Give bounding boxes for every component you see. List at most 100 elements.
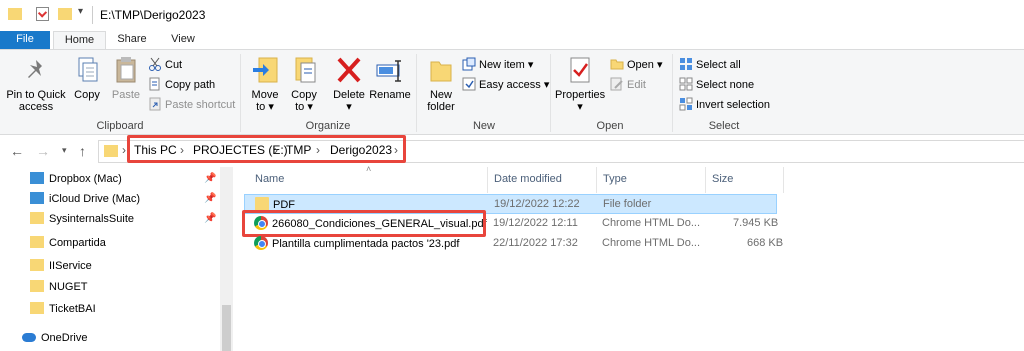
select-none-label: Select none (696, 79, 755, 91)
chevron-down-icon: ▾ (307, 101, 313, 113)
properties-icon (564, 54, 596, 86)
properties-button[interactable]: Properties ▾ (555, 54, 605, 113)
breadcrumb-highlight-box (127, 135, 406, 163)
pin-icon[interactable]: 📌 (204, 173, 216, 184)
new-folder-icon (425, 54, 457, 86)
paste-shortcut-button[interactable]: Paste shortcut (148, 96, 235, 114)
copy-path-button[interactable]: Copy path (148, 76, 215, 94)
organize-group-label: Organize (305, 120, 351, 132)
column-header-date[interactable]: Date modified (494, 173, 562, 185)
invert-selection-label: Invert selection (696, 99, 770, 111)
column-header-name[interactable]: Name (255, 173, 284, 185)
select-all-button[interactable]: Select all (679, 56, 741, 74)
new-item-icon (462, 57, 476, 71)
pin-icon[interactable]: 📌 (204, 193, 216, 204)
crumb-separator-icon[interactable]: › (122, 143, 126, 157)
cloud-icon (22, 332, 36, 342)
tab-home[interactable]: Home (53, 31, 106, 50)
chevron-down-icon: ▾ (346, 101, 352, 113)
cut-label: Cut (165, 59, 183, 71)
address-row: ← → ▾ ↑ › This PC › PROJECTES (E:) › TMP… (0, 135, 1024, 167)
properties-label: Properties (555, 89, 606, 101)
ribbon: Pin to Quick access Copy Paste Cut Copy … (0, 49, 1024, 135)
group-separator (416, 54, 417, 132)
tab-view[interactable]: View (160, 31, 206, 49)
new-folder-label-1: New (429, 89, 452, 101)
folder-icon (30, 212, 44, 225)
tab-file[interactable]: File (0, 31, 50, 49)
column-header-type[interactable]: Type (603, 173, 627, 185)
group-separator (240, 54, 241, 132)
paste-icon (110, 54, 142, 86)
new-group-label: New (472, 120, 495, 132)
folder-icon (255, 197, 269, 211)
title-bar: ▾ E:\TMP\Derigo2023 (0, 0, 1024, 31)
sort-indicator-icon: ˄ (366, 164, 372, 174)
copy-to-button[interactable]: Copy to ▾ (287, 54, 321, 113)
new-item-button[interactable]: New item ▾ (462, 56, 533, 74)
easy-access-button[interactable]: Easy access ▾ (462, 76, 549, 94)
chevron-down-icon: ▾ (527, 59, 534, 71)
edit-button[interactable]: Edit (610, 76, 646, 94)
new-folder-button[interactable]: New folder (422, 54, 460, 113)
nav-item-iiservice[interactable]: IIService (30, 256, 92, 276)
select-all-label: Select all (696, 59, 741, 71)
new-item-label: New item (479, 59, 525, 71)
properties-quick-icon[interactable] (36, 7, 49, 21)
copy-path-icon (148, 77, 162, 91)
pin-label-2: access (18, 101, 54, 113)
column-separator[interactable] (596, 167, 597, 193)
column-separator[interactable] (705, 167, 706, 193)
nav-item-icloud[interactable]: iCloud Drive (Mac) (30, 189, 140, 209)
tab-share[interactable]: Share (110, 31, 154, 49)
nav-item-onedrive[interactable]: OneDrive (22, 328, 87, 348)
type-cell: File folder (603, 198, 652, 210)
pin-label-1: Pin to Quick (6, 89, 66, 101)
date-cell: 19/12/2022 12:11 (493, 217, 578, 229)
select-none-icon (679, 77, 693, 91)
column-header-size[interactable]: Size (712, 173, 733, 185)
cut-button[interactable]: Cut (148, 56, 182, 74)
chrome-icon (254, 236, 268, 250)
forward-arrow-icon[interactable]: → (36, 143, 50, 159)
up-arrow-icon[interactable]: ↑ (79, 143, 86, 159)
folder-icon (30, 259, 44, 272)
nav-scrollbar-thumb[interactable] (222, 305, 231, 351)
pin-to-quick-access-button[interactable]: Pin to Quick access (4, 54, 68, 113)
nav-item-nuget[interactable]: NUGET (30, 277, 88, 297)
icloud-folder-icon (30, 192, 44, 205)
select-none-button[interactable]: Select none (679, 76, 754, 94)
column-separator[interactable] (487, 167, 488, 193)
pin-icon[interactable]: 📌 (204, 213, 216, 224)
rename-button[interactable]: Rename (369, 54, 411, 101)
open-group-label: Open (596, 120, 624, 132)
nav-item-compartida[interactable]: Compartida (30, 233, 106, 253)
invert-selection-button[interactable]: Invert selection (679, 96, 770, 114)
move-to-label-2: to ▾ (256, 101, 274, 113)
column-separator[interactable] (783, 167, 784, 193)
copy-to-label-1: Copy (291, 89, 317, 101)
delete-icon (333, 54, 365, 86)
navigation-pane: Dropbox (Mac) 📌 iCloud Drive (Mac) 📌 Sys… (0, 167, 233, 351)
delete-button[interactable]: Delete ▾ (330, 54, 368, 113)
edit-icon (610, 77, 624, 91)
nav-item-sysinternals[interactable]: SysinternalsSuite (30, 209, 134, 229)
move-to-button[interactable]: Move to ▾ (248, 54, 282, 113)
recent-locations-chevron-icon[interactable]: ▾ (62, 145, 67, 156)
nav-item-ticketbai[interactable]: TicketBAI (30, 299, 96, 319)
back-arrow-icon[interactable]: ← (10, 143, 24, 159)
table-row[interactable]: Plantilla cumplimentada pactos '23.pdf 2… (244, 234, 783, 254)
file-name-cell: Plantilla cumplimentada pactos '23.pdf (254, 236, 459, 251)
folder-icon (8, 8, 22, 20)
copy-button[interactable]: Copy (70, 54, 104, 101)
new-folder-quick-icon[interactable] (58, 8, 72, 20)
chevron-down-icon: ▾ (656, 59, 663, 71)
window-title: E:\TMP\Derigo2023 (100, 8, 206, 22)
nav-item-dropbox[interactable]: Dropbox (Mac) (30, 169, 122, 189)
group-separator (550, 54, 551, 132)
size-cell: 7.945 KB (733, 217, 779, 229)
paste-button[interactable]: Paste (108, 54, 144, 101)
open-button[interactable]: Open ▾ (610, 56, 663, 74)
paste-shortcut-icon (148, 97, 162, 111)
customize-toolbar-icon[interactable]: ▾ (78, 6, 83, 17)
